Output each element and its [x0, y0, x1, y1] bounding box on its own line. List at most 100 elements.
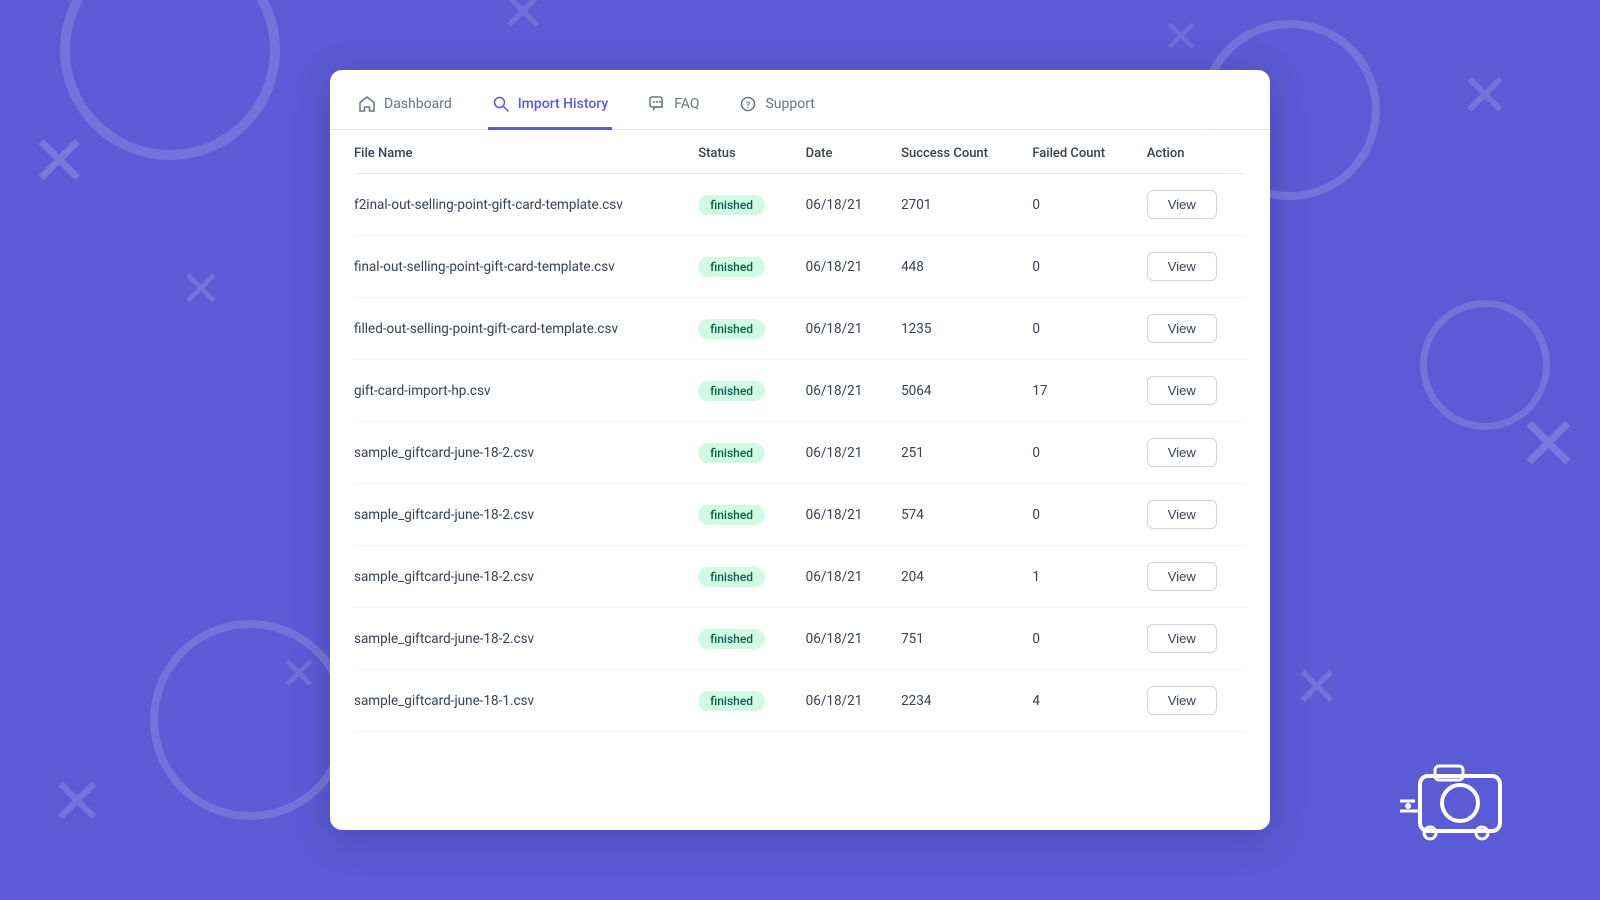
cell-success-count: 751 [889, 608, 1020, 670]
tab-import-history[interactable]: Import History [488, 95, 612, 130]
cell-success-count: 5064 [889, 360, 1020, 422]
question-icon: ? [739, 95, 757, 113]
table-row: gift-card-import-hp.csvfinished06/18/215… [354, 360, 1246, 422]
cell-failed-count: 0 [1020, 608, 1134, 670]
table-row: sample_giftcard-june-18-1.csv finished 06/… [354, 670, 1246, 732]
status-badge: finished [698, 691, 765, 711]
cell-file-name: f2inal-out-selling-point-gift-card-templ… [354, 174, 686, 236]
cell-success-count: 2234 [889, 670, 1020, 732]
view-button[interactable]: View [1147, 314, 1217, 343]
view-button[interactable]: View [1147, 686, 1217, 715]
cell-success-count: 574 [889, 484, 1020, 546]
cell-file-name: filled-out-selling-point-gift-card-templ… [354, 298, 686, 360]
view-button[interactable]: View [1147, 500, 1217, 529]
status-badge: finished [698, 319, 765, 339]
cell-action: View [1135, 298, 1246, 360]
tab-dashboard-label: Dashboard [384, 96, 452, 112]
cell-date: 06/18/21 [794, 174, 889, 236]
deco-x-bl: ✕ [50, 764, 104, 840]
tab-support-label: Support [765, 96, 814, 112]
status-badge: finished [698, 257, 765, 277]
view-button[interactable]: View [1147, 438, 1217, 467]
cell-date: 06/18/21 [794, 360, 889, 422]
cell-action: View [1135, 484, 1246, 546]
view-button[interactable]: View [1147, 252, 1217, 281]
status-badge: finished [698, 443, 765, 463]
tab-support[interactable]: ? Support [735, 95, 818, 130]
status-badge: finished [698, 629, 765, 649]
cell-file-name: sample_giftcard-june-18-2.csv [354, 422, 686, 484]
cell-date: 06/18/21 [794, 422, 889, 484]
cell-file-name: final-out-selling-point-gift-card-templa… [354, 236, 686, 298]
search-icon [492, 95, 510, 113]
cell-status: finished [686, 670, 793, 732]
deco-circle-bl [150, 620, 350, 820]
tab-faq-label: FAQ [674, 96, 699, 112]
deco-x-tr: ✕ [1460, 60, 1510, 131]
cell-date: 06/18/21 [794, 236, 889, 298]
view-button[interactable]: View [1147, 624, 1217, 653]
cell-success-count: 448 [889, 236, 1020, 298]
cell-status: finished [686, 298, 793, 360]
tab-import-history-label: Import History [518, 96, 608, 112]
svg-text:?: ? [746, 101, 751, 111]
cell-status: finished [686, 174, 793, 236]
cell-file-name: gift-card-import-hp.csv [354, 360, 686, 422]
cell-date: 06/18/21 [794, 298, 889, 360]
main-card: Dashboard Import History FA [330, 70, 1270, 830]
cell-status: finished [686, 360, 793, 422]
cell-status: finished [686, 422, 793, 484]
cell-date: 06/18/21 [794, 546, 889, 608]
table-row: sample_giftcard-june-18-2.csv finished 06/… [354, 422, 1246, 484]
cell-failed-count: 1 [1020, 546, 1134, 608]
camera-icon-deco [1400, 751, 1520, 845]
cell-failed-count: 0 [1020, 484, 1134, 546]
cell-failed-count: 0 [1020, 174, 1134, 236]
import-history-table: File Name Status Date Success Count Fail… [354, 130, 1246, 732]
cell-date: 06/18/21 [794, 608, 889, 670]
cell-file-name: sample_giftcard-june-18-2.csv [354, 608, 686, 670]
tab-dashboard[interactable]: Dashboard [354, 95, 456, 130]
cell-failed-count: 0 [1020, 298, 1134, 360]
table-row: sample_giftcard-june-18-2.csvfinished06/… [354, 484, 1246, 546]
view-button[interactable]: View [1147, 562, 1217, 591]
cell-success-count: 204 [889, 546, 1020, 608]
deco-circle-r [1420, 300, 1550, 430]
cell-action: View [1135, 360, 1246, 422]
col-header-status: Status [686, 130, 793, 174]
tab-faq[interactable]: FAQ [644, 95, 703, 130]
cell-file-name: sample_giftcard-june-18-1.csv [354, 670, 686, 732]
deco-x-r: ✕ [1517, 400, 1580, 489]
nav-tabs: Dashboard Import History FA [330, 70, 1270, 130]
cell-status: finished [686, 484, 793, 546]
table-row: filled-out-selling-point-gift-card-templ… [354, 298, 1246, 360]
col-header-date: Date [794, 130, 889, 174]
cell-date: 06/18/21 [794, 670, 889, 732]
view-button[interactable]: View [1147, 376, 1217, 405]
chat-icon [648, 95, 666, 113]
status-badge: finished [698, 195, 765, 215]
deco-x-tm: ✕ [500, 0, 546, 45]
cell-action: View [1135, 174, 1246, 236]
cell-success-count: 1235 [889, 298, 1020, 360]
cell-failed-count: 0 [1020, 236, 1134, 298]
col-header-failed-count: Failed Count [1020, 130, 1134, 174]
status-badge: finished [698, 567, 765, 587]
table-container: File Name Status Date Success Count Fail… [330, 130, 1270, 830]
col-header-file-name: File Name [354, 130, 686, 174]
deco-x-tl: ✕ [30, 120, 89, 203]
table-row: final-out-selling-point-gift-card-templa… [354, 236, 1246, 298]
cell-date: 06/18/21 [794, 484, 889, 546]
deco-x-br: ✕ [1294, 655, 1340, 720]
cell-failed-count: 0 [1020, 422, 1134, 484]
deco-circle-tl [60, 0, 280, 160]
cell-file-name: sample_giftcard-june-18-2.csv [354, 484, 686, 546]
cell-success-count: 251 [889, 422, 1020, 484]
home-icon [358, 95, 376, 113]
deco-x-bl2: ✕ [280, 647, 318, 700]
table-row: f2inal-out-selling-point-gift-card-templ… [354, 174, 1246, 236]
deco-x-trm: ✕ [1162, 10, 1200, 63]
view-button[interactable]: View [1147, 190, 1217, 219]
cell-action: View [1135, 546, 1246, 608]
cell-action: View [1135, 608, 1246, 670]
